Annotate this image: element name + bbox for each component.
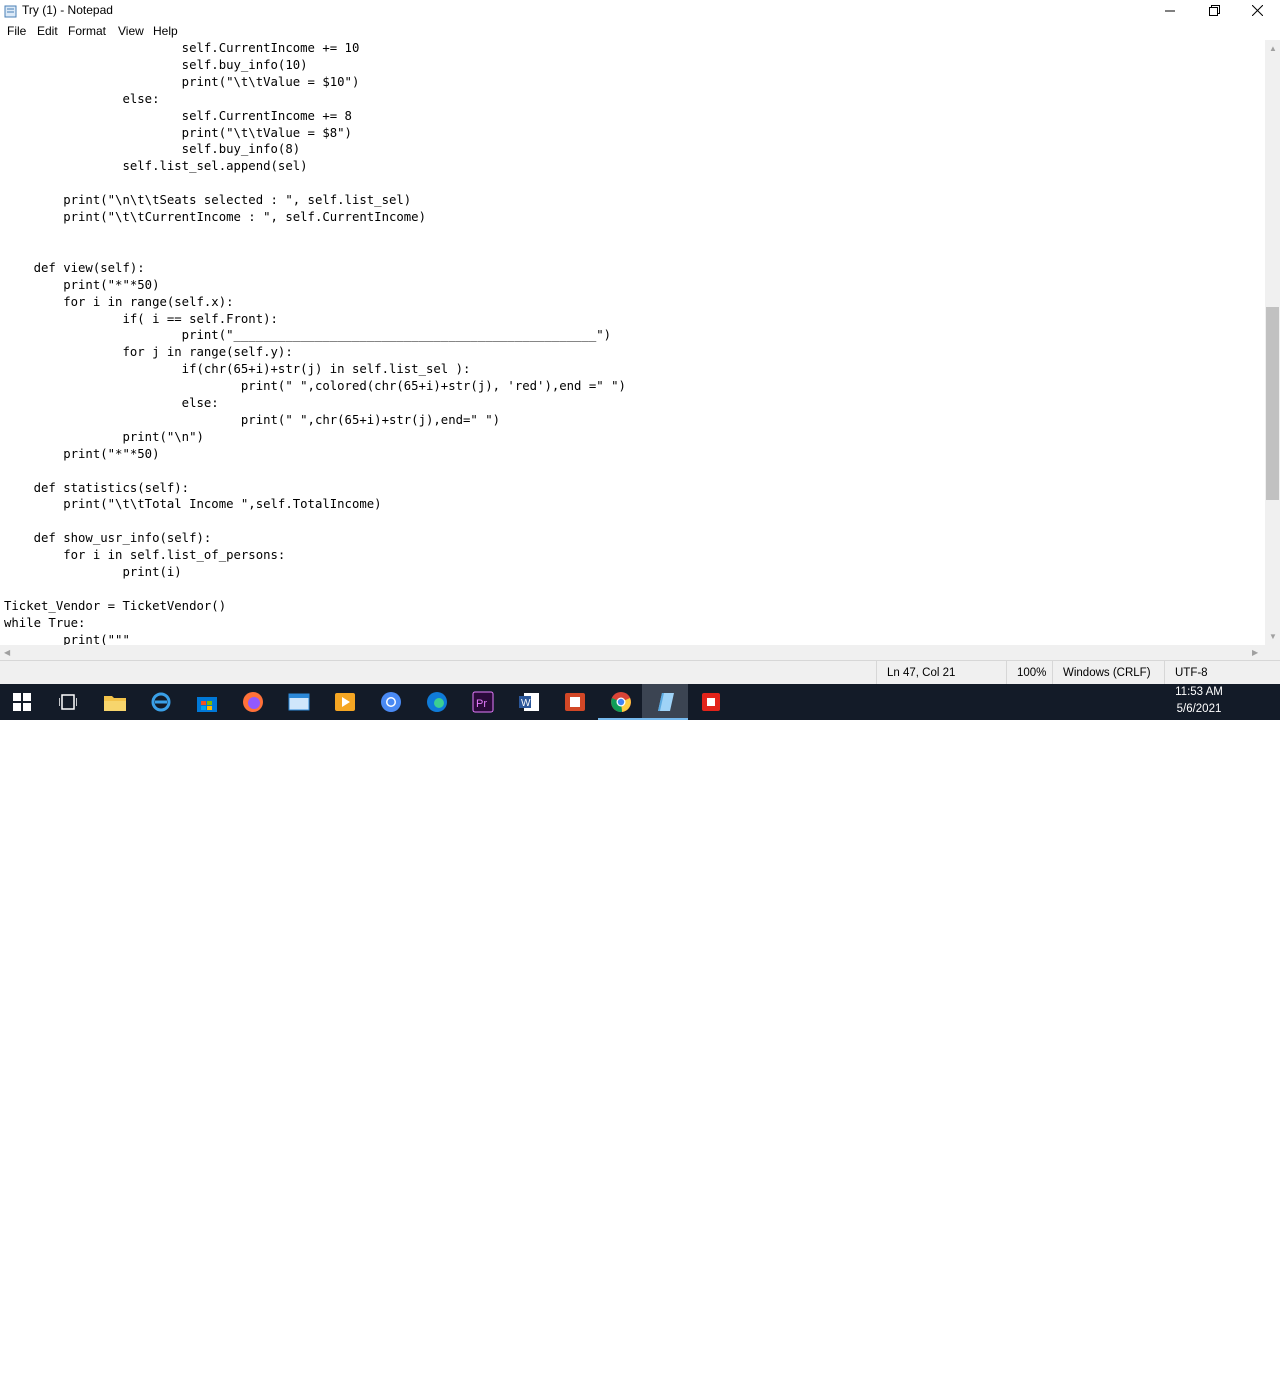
volume-icon[interactable]	[1151, 1377, 1167, 1394]
menu-bar: File Edit Format View Help	[0, 21, 1280, 41]
firefox-icon[interactable]	[240, 689, 266, 715]
minimize-button[interactable]	[1147, 0, 1193, 21]
chrome-alt-icon[interactable]	[378, 689, 404, 715]
code-line: def view(self):	[4, 260, 145, 275]
code-line: for j in range(self.y):	[4, 345, 293, 360]
code-line: print(" ",chr(65+i)+str(j),end=" ")	[4, 412, 501, 427]
code-line: self.buy_info(10)	[4, 57, 308, 72]
vertical-scroll-thumb[interactable]	[1266, 307, 1279, 500]
menu-file[interactable]: File	[7, 24, 26, 38]
close-button[interactable]	[1234, 0, 1280, 21]
menu-help[interactable]: Help	[153, 24, 178, 38]
scroll-right-icon[interactable]: ▶	[1252, 648, 1258, 657]
code-line: else:	[4, 91, 160, 106]
code-line: for i in self.list_of_persons:	[4, 548, 286, 563]
code-line: Ticket_Vendor = TicketVendor()	[4, 598, 227, 613]
taskbar: Pr W 1	[0, 684, 1280, 1394]
notification-count: 1	[1250, 1384, 1256, 1394]
store-icon[interactable]	[194, 689, 220, 715]
battery-icon[interactable]	[1106, 1377, 1122, 1392]
cursor-position: Ln 47, Col 21	[876, 661, 1006, 685]
code-line: print(i)	[4, 565, 182, 580]
svg-text:W: W	[521, 698, 531, 709]
status-bar: Ln 47, Col 21 100% Windows (CRLF) UTF-8	[0, 660, 1280, 685]
restore-icon	[1208, 5, 1220, 16]
code-line: if( i == self.Front):	[4, 311, 278, 326]
code-line: print("\t\tValue = $10")	[4, 74, 360, 89]
restore-button[interactable]	[1191, 0, 1237, 21]
code-line: print("""	[4, 632, 130, 645]
scroll-up-icon[interactable]: ▲	[1269, 44, 1277, 53]
chrome-icon[interactable]	[608, 689, 634, 715]
windows-start-icon[interactable]	[9, 689, 35, 715]
clock-date[interactable]: 5/6/2021	[1170, 703, 1228, 715]
word-icon[interactable]: W	[516, 689, 542, 715]
code-line: print(" ",colored(chr(65+i)+str(j), 'red…	[4, 379, 626, 394]
scroll-corner	[1265, 645, 1280, 660]
code-line: print("\t\tTotal Income ",self.TotalInco…	[4, 497, 382, 512]
horizontal-scrollbar[interactable]	[0, 645, 1265, 660]
file-explorer-icon[interactable]	[102, 689, 128, 715]
line-ending: Windows (CRLF)	[1052, 661, 1164, 685]
code-line: else:	[4, 396, 219, 411]
code-line: print("*"*50)	[4, 446, 160, 461]
encoding: UTF-8	[1164, 661, 1280, 685]
task-view-icon[interactable]	[55, 689, 81, 715]
edge-icon[interactable]	[424, 689, 450, 715]
media-player-icon[interactable]	[332, 689, 358, 715]
menu-format[interactable]: Format	[68, 24, 106, 38]
code-line: def statistics(self):	[4, 480, 190, 495]
code-line: self.CurrentIncome += 8	[4, 108, 352, 123]
office-icon[interactable]	[562, 689, 588, 715]
code-text: self.CurrentIncome += 10 self.buy_info(1…	[4, 40, 626, 645]
menu-edit[interactable]: Edit	[37, 24, 58, 38]
code-line: self.buy_info(8)	[4, 142, 301, 157]
scroll-left-icon[interactable]: ◀	[4, 648, 10, 657]
minimize-icon	[1165, 10, 1175, 11]
code-line: print("*"*50)	[4, 277, 160, 292]
title-bar: Try (1) - Notepad	[0, 0, 1280, 21]
internet-explorer-icon[interactable]	[148, 689, 174, 715]
text-editor[interactable]: self.CurrentIncome += 10 self.buy_info(1…	[0, 40, 1265, 645]
scroll-down-icon[interactable]: ▼	[1269, 632, 1277, 641]
window-title: Try (1) - Notepad	[22, 3, 113, 17]
notepad-taskbar-icon[interactable]	[652, 689, 678, 715]
menu-view[interactable]: View	[118, 24, 144, 38]
zoom-level: 100%	[1006, 661, 1052, 685]
code-line: while True:	[4, 615, 86, 630]
code-line: print("\t\tCurrentIncome : ", self.Curre…	[4, 210, 426, 225]
code-line: for i in range(self.x):	[4, 294, 234, 309]
code-line: self.list_sel.append(sel)	[4, 159, 308, 174]
recorder-icon[interactable]	[698, 689, 724, 715]
svg-text:Pr: Pr	[476, 698, 487, 710]
code-line: print("\n\t\tSeats selected : ", self.li…	[4, 193, 412, 208]
code-line: def show_usr_info(self):	[4, 531, 212, 546]
onedrive-icon[interactable]	[1128, 1377, 1146, 1392]
notepad-icon	[4, 5, 17, 18]
chevron-up-icon[interactable]	[1085, 1377, 1097, 1391]
premiere-icon[interactable]: Pr	[470, 689, 496, 715]
code-line: print("\n")	[4, 429, 204, 444]
code-line: self.CurrentIncome += 10	[4, 41, 360, 55]
code-line: print("\t\tValue = $8")	[4, 125, 352, 140]
close-icon	[1251, 5, 1263, 16]
window-app-icon[interactable]	[286, 689, 312, 715]
code-line: print("_________________________________…	[4, 328, 612, 343]
code-line: if(chr(65+i)+str(j) in self.list_sel ):	[4, 362, 471, 377]
clock-time[interactable]: 11:53 AM	[1170, 686, 1228, 698]
